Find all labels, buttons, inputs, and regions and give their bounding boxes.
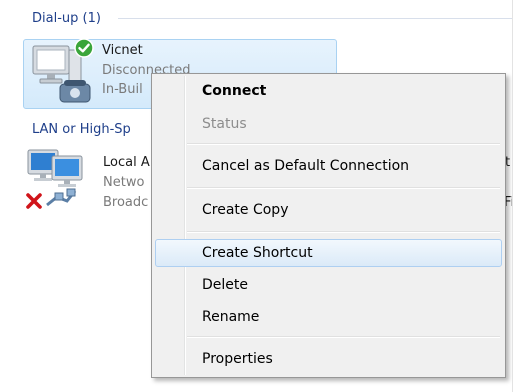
menu-item-delete[interactable]: Delete xyxy=(155,271,502,299)
red-x-icon xyxy=(25,192,43,210)
group-divider-dialup xyxy=(118,18,513,19)
context-menu: Connect Status Cancel as Default Connect… xyxy=(151,73,506,378)
network-cable-icon xyxy=(45,187,77,209)
menu-item-create-copy[interactable]: Create Copy xyxy=(155,196,502,224)
menu-separator xyxy=(187,143,500,145)
menu-item-create-shortcut[interactable]: Create Shortcut xyxy=(155,239,502,267)
group-label-dialup: Dial-up (1) xyxy=(32,10,101,26)
group-label-lan: LAN or High-Sp xyxy=(32,121,131,137)
connection-device-vicnet: In-Buil xyxy=(102,82,143,97)
network-connections-window: Dial-up (1) Vicnet Disconnected In-Buil … xyxy=(0,0,513,392)
menu-separator xyxy=(187,187,500,189)
menu-separator xyxy=(187,231,500,233)
menu-item-connect[interactable]: Connect xyxy=(155,77,502,105)
connection-name-lan: Local A xyxy=(103,155,150,170)
menu-item-status: Status xyxy=(202,116,247,132)
connection-status-lan: Netwo xyxy=(103,175,145,190)
menu-separator xyxy=(187,336,500,338)
group-header-dialup[interactable]: Dial-up (1) xyxy=(32,8,101,28)
connection-device-lan: Broadc xyxy=(103,195,149,210)
menu-item-properties[interactable]: Properties xyxy=(155,345,502,373)
group-header-lan[interactable]: LAN or High-Sp xyxy=(32,119,131,139)
menu-item-rename[interactable]: Rename xyxy=(155,303,502,331)
connection-name-vicnet: Vicnet xyxy=(102,43,143,58)
menu-item-cancel-default[interactable]: Cancel as Default Connection xyxy=(155,152,502,180)
green-check-icon xyxy=(74,38,94,58)
